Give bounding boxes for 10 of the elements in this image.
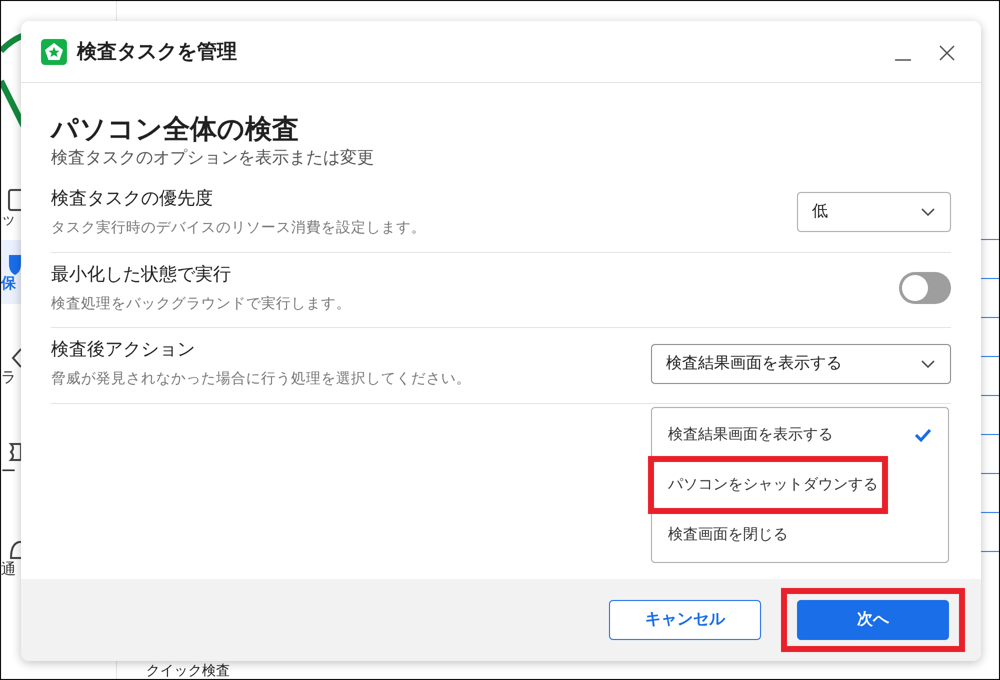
setting-description: タスク実行時のデバイスのリソース消費を設定します。 — [51, 218, 426, 238]
setting-label: 検査タスクの優先度 — [51, 186, 214, 210]
setting-label: 最小化した状態で実行 — [51, 262, 232, 286]
setting-description: 脅威が発見されなかった場合に行う処理を選択してください。 — [51, 370, 471, 390]
setting-description: 検査処理をバックグラウンドで実行します。 — [51, 294, 351, 314]
setting-label: 検査後アクション — [51, 338, 196, 362]
page-heading: パソコン全体の検査 — [51, 113, 300, 146]
page-subtitle: 検査タスクのオプションを表示または変更 — [51, 147, 375, 170]
section-title: クイック検査 — [146, 663, 230, 677]
dialog-title: 検査タスクを管理 — [77, 40, 237, 64]
